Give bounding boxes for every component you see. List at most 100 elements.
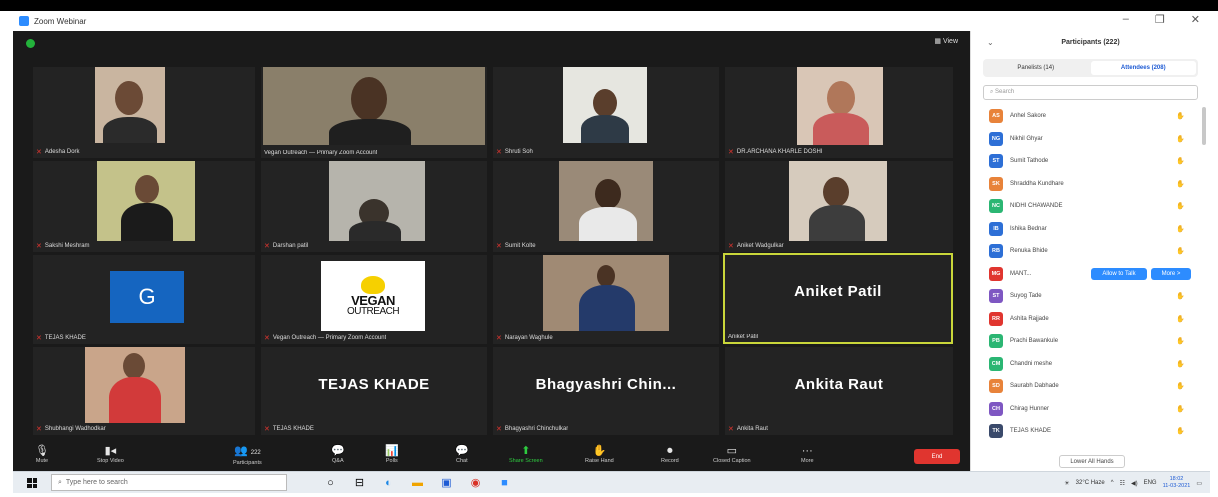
qa-button[interactable]: 💬 Q&A <box>331 444 345 464</box>
taskbar-search-input[interactable]: ⌕ Type here to search <box>51 474 287 491</box>
window-title: Zoom Webinar <box>34 16 87 26</box>
clock[interactable]: 18:02 11-03-2021 <box>1163 476 1191 490</box>
scrollbar[interactable] <box>1202 107 1206 145</box>
participant-name: ✕ Shubhangi Wadhodkar <box>36 426 106 433</box>
avatar: CM <box>989 356 1003 371</box>
participant-row[interactable]: RR Ashita Rajjade ✋ <box>983 308 1191 331</box>
allow-to-talk-button[interactable]: Allow to Talk <box>1091 267 1147 280</box>
video-tile[interactable]: G ✕ TEJAS KHADE <box>33 255 255 344</box>
participant-row[interactable]: SD Saurabh Dabhade ✋ <box>983 375 1191 398</box>
video-tile[interactable]: ✕ Sumit Kolte <box>493 161 719 252</box>
encryption-shield-icon[interactable] <box>26 39 35 48</box>
record-button[interactable]: ⏺ Record <box>661 444 679 464</box>
participant-row[interactable]: TK TEJAS KHADE ✋ <box>983 420 1191 443</box>
participant-row[interactable]: MG MANT... Allow to Talk More > <box>983 263 1191 286</box>
video-tile[interactable]: ✕ DR.ARCHANA KHARLE DOSHI <box>725 67 953 158</box>
participant-row[interactable]: PB Prachi Bawankule ✋ <box>983 330 1191 353</box>
participant-row[interactable]: RB Renuka Bhide ✋ <box>983 240 1191 263</box>
participant-display-name: Bhagyashri Chin... <box>535 375 677 393</box>
participant-name: Anhel Sakore <box>1010 113 1047 120</box>
store-icon[interactable]: ▣ <box>439 475 454 490</box>
camera-feed <box>797 67 883 145</box>
participant-name: ✕ TEJAS KHADE <box>36 335 86 342</box>
participant-row[interactable]: NC NIDHI CHAWANDE ✋ <box>983 195 1191 218</box>
participant-row[interactable]: SK Shraddha Kundhare ✋ <box>983 173 1191 196</box>
video-tile[interactable]: ✕ Shruti Soh <box>493 67 719 158</box>
file-explorer-icon[interactable]: ▬ <box>410 475 425 490</box>
maximize-icon[interactable]: ❐ <box>1155 13 1165 26</box>
language-indicator[interactable]: ENG <box>1144 480 1157 486</box>
more-options-button[interactable]: More > <box>1151 267 1191 280</box>
task-view-icon[interactable]: ○ <box>323 475 338 490</box>
polls-button[interactable]: 📊 Polls <box>385 444 399 464</box>
close-icon[interactable]: ✕ <box>1191 13 1200 26</box>
view-button[interactable]: ▦ View <box>934 37 958 45</box>
video-tile[interactable]: TEJAS KHADE ✕ TEJAS KHADE <box>261 347 487 435</box>
closed-caption-button[interactable]: ▭ Closed Caption <box>713 444 751 464</box>
avatar: ST <box>989 154 1003 169</box>
more-button[interactable]: ··· More <box>801 444 814 464</box>
active-speaker-tile[interactable]: Aniket Patil Aniket Patil <box>723 253 953 344</box>
lower-all-hands-button[interactable]: Lower All Hands <box>1059 455 1125 468</box>
share-screen-button[interactable]: ⬆ Share Screen <box>509 444 543 464</box>
mic-muted-icon: ✕ <box>728 426 734 433</box>
mic-muted-icon: ✕ <box>36 426 42 433</box>
participant-row[interactable]: IB Ishika Bednar ✋ <box>983 218 1191 241</box>
camera-feed <box>95 67 165 143</box>
edge-icon[interactable]: ◐ <box>381 475 396 490</box>
tab-attendees[interactable]: Attendees (208) <box>1090 61 1196 75</box>
participant-row[interactable]: CM Chandni meshe ✋ <box>983 353 1191 376</box>
video-tile[interactable]: ✕ Aniket Wadgulkar <box>725 161 953 252</box>
tab-panelists[interactable]: Panelists (14) <box>983 59 1089 77</box>
participant-name: ✕ Adesha Dork <box>36 149 80 156</box>
notification-icon[interactable]: ▭ <box>1196 480 1202 487</box>
participant-search-input[interactable]: ⌕ Search <box>983 85 1198 100</box>
minimize-icon[interactable]: – <box>1123 13 1129 26</box>
video-tile[interactable]: VEGAN OUTREACH ✕ Vegan Outreach — Primary… <box>261 255 487 344</box>
volume-icon[interactable]: ◀) <box>1131 480 1138 487</box>
task-switch-icon[interactable]: ⊟ <box>352 475 367 490</box>
avatar: SK <box>989 176 1003 191</box>
participants-button[interactable]: 👥 222 Participants <box>233 444 262 466</box>
chat-button[interactable]: 💬 Chat <box>455 444 469 464</box>
video-tile[interactable]: ✕ Narayan Waghule <box>493 255 719 344</box>
participant-row[interactable]: CH Chirag Hunner ✋ <box>983 398 1191 421</box>
participant-name: ✕ Shruti Soh <box>496 149 533 156</box>
title-bar: Zoom Webinar – ❐ ✕ <box>13 11 1210 31</box>
camera-feed <box>85 347 185 423</box>
video-tile[interactable]: ✕ Darshan patil <box>261 161 487 252</box>
participant-name: Saurabh Dabhade <box>1010 383 1059 390</box>
video-tile[interactable]: ✕ Shubhangi Wadhodkar <box>33 347 255 435</box>
participant-row[interactable]: NG Nikhil Ghyar ✋ <box>983 128 1191 151</box>
network-icon[interactable]: ☷ <box>1120 480 1125 487</box>
video-tile[interactable]: Vegan Outreach — Primary Zoom Account <box>261 67 487 158</box>
end-button[interactable]: End <box>914 449 960 464</box>
mic-muted-icon: ✕ <box>496 426 502 433</box>
raised-hand-icon: ✋ <box>1176 428 1185 436</box>
weather-icon[interactable]: ☀ <box>1064 480 1069 487</box>
stop-video-button[interactable]: ▮◂ Stop Video <box>97 444 124 464</box>
weather-text[interactable]: 32°C Haze <box>1076 480 1105 486</box>
participant-row[interactable]: AS Anhel Sakore ✋ <box>983 105 1191 128</box>
windows-start-icon[interactable] <box>27 478 37 488</box>
tray-chevron-icon[interactable]: ^ <box>1111 480 1114 486</box>
raised-hand-icon: ✋ <box>1176 135 1185 143</box>
video-tile[interactable]: Ankita Raut ✕ Ankita Raut <box>725 347 953 435</box>
participant-name: Nikhil Ghyar <box>1010 135 1043 142</box>
raised-hand-icon: ✋ <box>1176 293 1185 301</box>
chrome-icon[interactable]: ◉ <box>468 475 483 490</box>
camera-feed <box>559 161 653 241</box>
video-tile[interactable]: ✕ Adesha Dork <box>33 67 255 158</box>
participant-display-name: Aniket Patil <box>794 283 882 300</box>
raise-hand-button[interactable]: ✋ Raise Hand <box>585 444 614 464</box>
camera-feed <box>563 67 647 143</box>
meeting-toolbar: 🎙 Mute ▮◂ Stop Video 👥 222 Participants 💬 Q&… <box>13 441 970 471</box>
participant-row[interactable]: ST Suyog Tade ✋ <box>983 285 1191 308</box>
participant-list: AS Anhel Sakore ✋ NG Nikhil Ghyar ✋ ST Sumit Ta… <box>983 105 1191 443</box>
mute-button[interactable]: 🎙 Mute <box>35 444 49 464</box>
video-tile[interactable]: Bhagyashri Chin... ✕ Bhagyashri Chinchulk… <box>493 347 719 435</box>
participant-row[interactable]: ST Sumit Tathode ✋ <box>983 150 1191 173</box>
raised-hand-icon: ✋ <box>1176 248 1185 256</box>
video-tile[interactable]: ✕ Sakshi Meshram <box>33 161 255 252</box>
zoom-icon[interactable]: ■ <box>497 475 512 490</box>
